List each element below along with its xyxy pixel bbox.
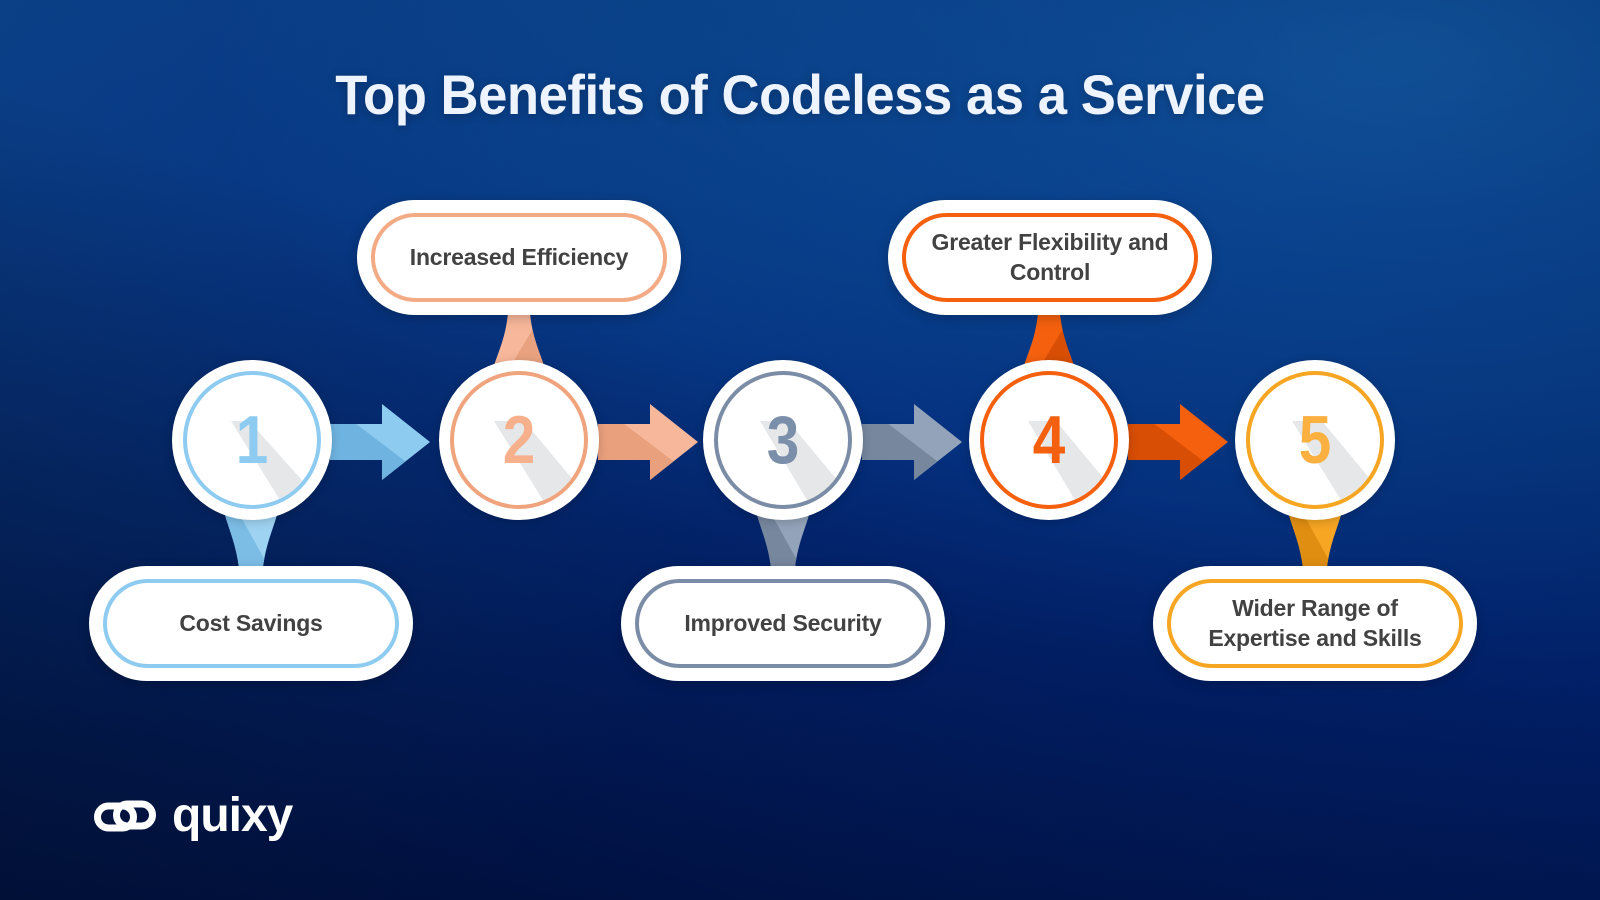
arrow-4-to-5 <box>1128 404 1228 480</box>
pill-inner-border-2: Increased Efficiency <box>371 213 667 302</box>
step-circle-2[interactable]: 2 <box>439 360 599 520</box>
step-number-5: 5 <box>1298 402 1332 478</box>
benefit-label-3: Improved Security <box>684 609 882 636</box>
infographic-stage: Top Benefits of Codeless as a Service In… <box>0 0 1600 900</box>
pill-inner-border-5: Wider Range of Expertise and Skills <box>1167 579 1463 668</box>
step-circle-4[interactable]: 4 <box>969 360 1129 520</box>
benefit-pill-1[interactable]: Cost Savings <box>89 566 413 681</box>
step-circle-3[interactable]: 3 <box>703 360 863 520</box>
circle-ring-4: 4 <box>980 371 1118 509</box>
arrow-2-to-3 <box>598 404 698 480</box>
benefit-pill-3[interactable]: Improved Security <box>621 566 945 681</box>
circle-ring-2: 2 <box>450 371 588 509</box>
pill-inner-border-3: Improved Security <box>635 579 931 668</box>
step-circle-5[interactable]: 5 <box>1235 360 1395 520</box>
pill-inner-border-4: Greater Flexibility and Control <box>902 213 1198 302</box>
step-number-3: 3 <box>766 402 800 478</box>
brand-name: quixy <box>172 789 293 842</box>
benefit-pill-5[interactable]: Wider Range of Expertise and Skills <box>1153 566 1477 681</box>
arrow-3-to-4 <box>862 404 962 480</box>
page-title: Top Benefits of Codeless as a Service <box>335 63 1265 126</box>
circle-ring-1: 1 <box>183 371 321 509</box>
circle-ring-3: 3 <box>714 371 852 509</box>
step-number-2: 2 <box>502 402 536 478</box>
benefit-label-2: Increased Efficiency <box>409 243 629 270</box>
arrow-1-to-2 <box>330 404 430 480</box>
step-circle-1[interactable]: 1 <box>172 360 332 520</box>
benefit-pill-4[interactable]: Greater Flexibility and Control <box>888 200 1212 315</box>
step-number-4: 4 <box>1032 402 1066 478</box>
benefit-label-1: Cost Savings <box>179 609 323 636</box>
benefit-label-5: Wider Range of Expertise and Skills <box>1208 595 1422 651</box>
step-number-1: 1 <box>235 402 269 478</box>
pill-inner-border-1: Cost Savings <box>103 579 399 668</box>
benefit-pill-2[interactable]: Increased Efficiency <box>357 200 681 315</box>
brand-logo[interactable]: quixy <box>92 789 293 842</box>
benefit-label-4: Greater Flexibility and Control <box>931 229 1169 285</box>
infinity-loops-icon <box>94 800 156 832</box>
circle-ring-5: 5 <box>1246 371 1384 509</box>
